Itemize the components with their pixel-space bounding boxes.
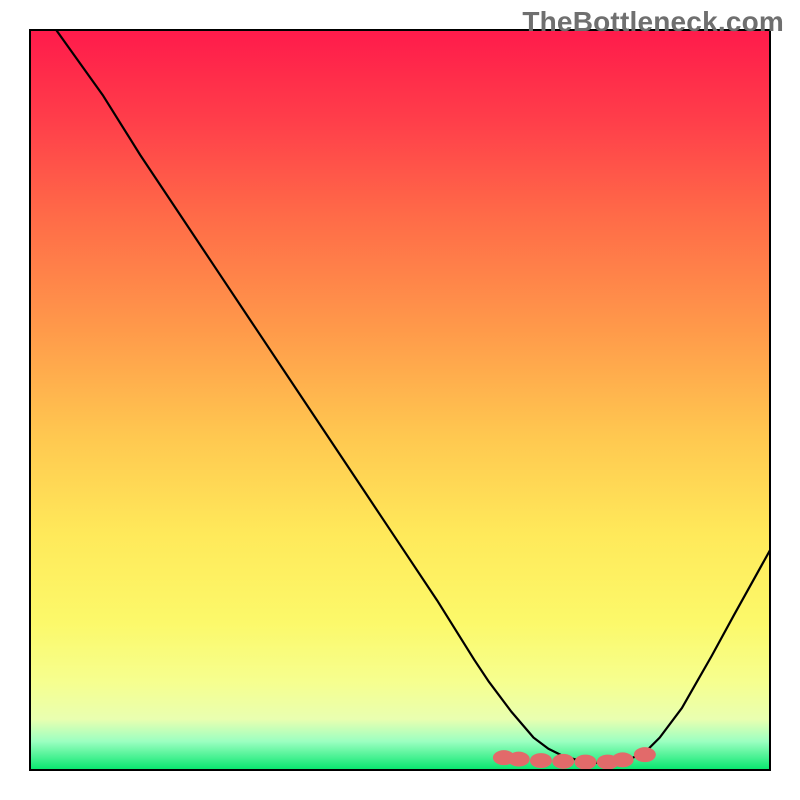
plot-area — [29, 29, 771, 771]
marker-dot — [612, 752, 634, 767]
marker-dot — [508, 752, 530, 767]
axis-bottom — [29, 769, 771, 771]
marker-dot — [634, 747, 656, 762]
chart-container: TheBottleneck.com — [0, 0, 800, 800]
marker-group — [493, 747, 656, 769]
marker-dot — [552, 754, 574, 769]
axis-right — [769, 29, 771, 771]
watermark-label: TheBottleneck.com — [522, 6, 784, 38]
marker-layer — [29, 29, 771, 771]
marker-dot — [530, 753, 552, 768]
marker-dot — [575, 755, 597, 770]
axis-left — [29, 29, 31, 771]
